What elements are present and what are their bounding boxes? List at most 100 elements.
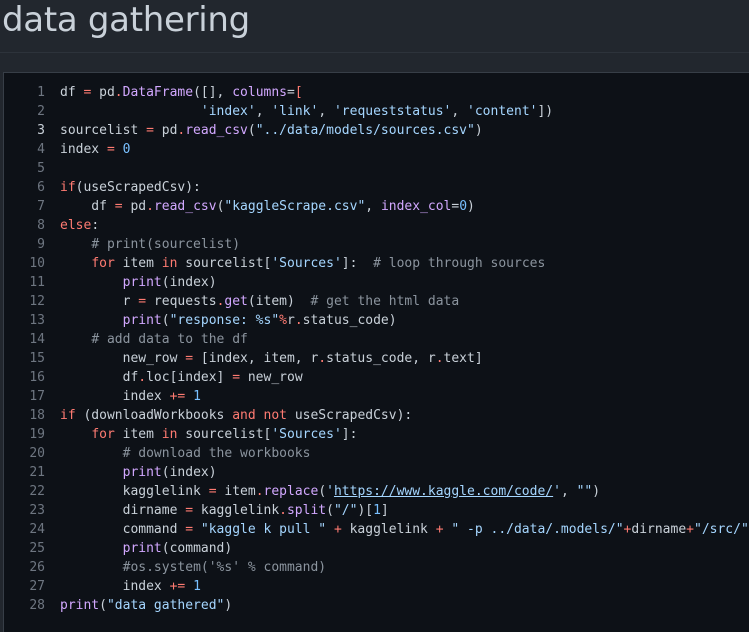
code-token: new_row: [240, 370, 303, 385]
code-token: =: [232, 370, 241, 385]
code-token: [index, item, r: [193, 351, 319, 366]
code-token: "kaggle k pull ": [200, 522, 327, 537]
code-token: status_code, r: [326, 351, 436, 366]
code-line: 22 kagglelink = item.replace('https://ww…: [4, 482, 749, 501]
code-token: [: [294, 85, 303, 100]
code-token: " -p ../data/.models/": [451, 522, 624, 537]
code-token: (: [99, 598, 107, 613]
code-token: print: [122, 313, 162, 328]
line-number: 20: [29, 446, 45, 461]
code-text: print("data gathered"): [60, 596, 232, 615]
line-number: 6: [37, 180, 45, 195]
code-line: 18 if (downloadWorkbooks and not useScrap…: [4, 406, 749, 425]
code-token: print: [122, 541, 162, 556]
code-token: +: [333, 522, 342, 537]
code-token: in: [161, 256, 178, 271]
line-number: 24: [29, 522, 45, 537]
code-token: kagglelink: [60, 484, 209, 499]
code-token: sourcelist[: [177, 427, 272, 442]
code-token: read_csv: [185, 123, 248, 138]
code-token: if: [60, 408, 76, 423]
code-text: r = requests.get(item) # get the html da…: [60, 292, 460, 311]
code-token: useScrapedCsv):: [287, 408, 413, 423]
code-token: ]:: [341, 427, 358, 442]
code-token: 1: [193, 389, 201, 404]
code-token: if: [60, 180, 76, 195]
code-line: 13 print("response: %s"%r.status_code): [4, 311, 749, 330]
code-token: (downloadWorkbooks: [75, 408, 233, 423]
line-number: 26: [29, 560, 45, 575]
code-token: for: [91, 427, 115, 442]
section-heading: data gathering: [2, 0, 250, 40]
code-token: ]: [380, 503, 389, 518]
code-line: 12 r = requests.get(item) # get the html…: [4, 292, 749, 311]
line-number: 13: [29, 313, 45, 328]
code-token: split: [286, 503, 327, 518]
code-token: ,: [451, 104, 468, 119]
code-token: (item): [247, 294, 311, 309]
line-number: 11: [29, 275, 45, 290]
code-text: index = 0: [60, 140, 130, 159]
code-token: "": [576, 484, 593, 499]
code-text: command = "kaggle k pull " + kagglelink …: [60, 520, 749, 539]
code-text: df = pd.DataFrame([], columns=[: [60, 83, 303, 102]
code-token: 0: [459, 199, 468, 214]
code-token: .: [294, 313, 303, 328]
code-token: https://www.kaggle.com/code/: [333, 484, 554, 499]
code-token: =: [114, 199, 123, 214]
code-line: 19 for item in sourcelist['Sources']:: [4, 425, 749, 444]
code-text: sourcelist = pd.read_csv("../data/models…: [60, 121, 483, 140]
code-token: "/src/": [694, 522, 749, 537]
code-token: r: [60, 294, 139, 309]
code-text: print(index): [60, 463, 217, 482]
code-line: 5: [4, 159, 749, 178]
code-token: 'Sources': [271, 427, 342, 442]
code-token: pd: [91, 85, 115, 100]
code-token: not: [263, 408, 287, 423]
code-token: :: [91, 218, 100, 233]
code-token: command: [60, 522, 186, 537]
code-token: sourcelist: [60, 123, 147, 138]
code-token: =: [185, 522, 194, 537]
code-token: pd: [122, 199, 147, 214]
code-token: # add data to the df: [91, 332, 248, 347]
code-line: 2 'index', 'link', 'requeststatus', 'con…: [4, 102, 749, 121]
code-token: (index): [161, 275, 217, 290]
code-token: (useScrapedCsv):: [75, 180, 201, 195]
line-number: 8: [37, 218, 45, 233]
code-token: =: [185, 351, 194, 366]
code-text: kagglelink = item.replace('https://www.k…: [60, 482, 600, 501]
code-token: index: [60, 579, 170, 594]
code-token: ): [467, 199, 475, 214]
code-token: replace: [263, 484, 319, 499]
code-token: 'requeststatus': [333, 104, 452, 119]
code-token: # download the workbooks: [122, 446, 311, 461]
code-token: .: [435, 351, 444, 366]
code-token: # loop through sources: [373, 256, 546, 271]
heading-divider: [0, 52, 749, 53]
code-token: =: [208, 484, 217, 499]
code-text: #os.system('%s' % command): [60, 558, 327, 577]
code-token: item: [114, 427, 162, 442]
code-line: 10 for item in sourcelist['Sources']: # …: [4, 254, 749, 273]
code-token: pd: [153, 123, 178, 138]
code-token: .: [146, 199, 154, 214]
code-token: (: [161, 313, 170, 328]
code-token: ': [553, 484, 561, 499]
code-token: columns: [232, 85, 288, 100]
code-line: 21 print(index): [4, 463, 749, 482]
code-block[interactable]: 1 df = pd.DataFrame([], columns=[2 'index…: [3, 72, 749, 632]
code-line: 4 index = 0: [4, 140, 749, 159]
line-number: 12: [29, 294, 45, 309]
code-line: 15 new_row = [index, item, r.status_code…: [4, 349, 749, 368]
code-token: index: [60, 142, 107, 157]
code-line: 1 df = pd.DataFrame([], columns=[: [4, 83, 749, 102]
